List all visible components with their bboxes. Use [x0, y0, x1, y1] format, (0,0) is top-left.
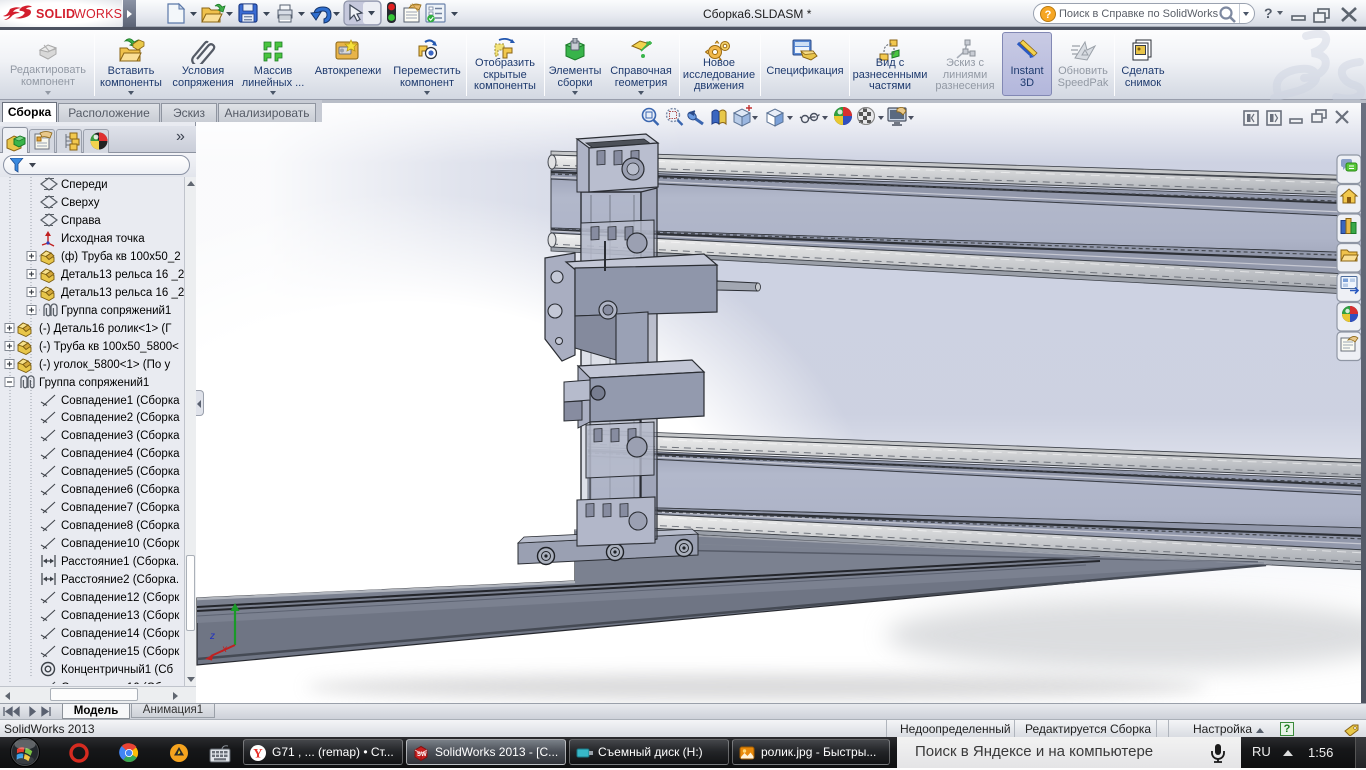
svg-text:Расстояние1 (Сборка.: Расстояние1 (Сборка.	[61, 556, 179, 568]
svg-text:Y: Y	[253, 746, 263, 761]
svg-text:SOLID: SOLID	[36, 7, 75, 21]
svg-text:Совпадение12 (Сборк: Совпадение12 (Сборк	[61, 592, 180, 604]
svg-text:Совпадение5 (Сборка: Совпадение5 (Сборка	[61, 466, 180, 478]
svg-text:?: ?	[1045, 9, 1052, 21]
svg-text:Совпадение1 (Сборка: Совпадение1 (Сборка	[61, 395, 180, 407]
svg-text:Концентричный1 (Сб: Концентричный1 (Сб	[61, 664, 173, 676]
svg-text:Исходная точка: Исходная точка	[61, 233, 145, 245]
svg-text:(ф) Труба кв 100x50_2: (ф) Труба кв 100x50_2	[61, 251, 181, 263]
svg-text:Справа: Справа	[61, 215, 101, 227]
svg-text:Совпадение6 (Сборка: Совпадение6 (Сборка	[61, 484, 180, 496]
svg-text:Деталь13 рельса 16 _2: Деталь13 рельса 16 _2	[61, 287, 184, 299]
svg-text:Деталь13 рельса 16 _2: Деталь13 рельса 16 _2	[61, 269, 184, 281]
svg-text:Спереди: Спереди	[61, 179, 108, 191]
svg-text:Совпадение2 (Сборка: Совпадение2 (Сборка	[61, 412, 180, 424]
svg-text:WORKS: WORKS	[74, 7, 122, 21]
svg-text:(-) Труба кв 100x50_5800<: (-) Труба кв 100x50_5800<	[39, 341, 179, 353]
svg-text:Совпадение8 (Сборка: Совпадение8 (Сборка	[61, 520, 180, 532]
svg-text:Совпадение10 (Сборк: Совпадение10 (Сборк	[61, 538, 180, 550]
svg-text:Совпадение15 (Сборк: Совпадение15 (Сборк	[61, 646, 180, 658]
svg-text:Совпадение7 (Сборка: Совпадение7 (Сборка	[61, 502, 180, 514]
svg-text:Группа сопряжений1: Группа сопряжений1	[61, 305, 171, 317]
svg-text:Совпадение4 (Сборка: Совпадение4 (Сборка	[61, 448, 180, 460]
svg-text:Группа сопряжений1: Группа сопряжений1	[39, 377, 149, 389]
svg-text:Расстояние2 (Сборка.: Расстояние2 (Сборка.	[61, 574, 179, 586]
svg-text:Сверху: Сверху	[61, 197, 100, 209]
svg-text:Совпадение14 (Сборк: Совпадение14 (Сборк	[61, 628, 180, 640]
svg-text:(-) Деталь16 ролик<1> (Г: (-) Деталь16 ролик<1> (Г	[39, 323, 172, 335]
svg-text:Совпадение3 (Сборка: Совпадение3 (Сборка	[61, 430, 180, 442]
svg-text:Совпадение13 (Сборк: Совпадение13 (Сборк	[61, 610, 180, 622]
svg-text:SW: SW	[417, 752, 427, 758]
svg-text:Совпадение16 (Сборк: Совпадение16 (Сборк	[61, 682, 180, 684]
svg-text:(-) уголок_5800<1> (По у: (-) уголок_5800<1> (По у	[39, 359, 170, 371]
